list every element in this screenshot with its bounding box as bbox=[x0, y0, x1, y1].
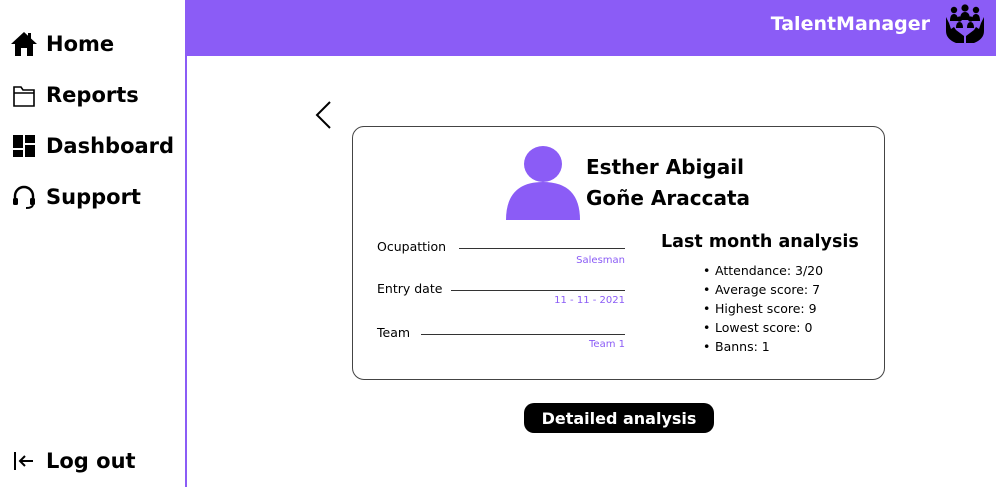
avatar bbox=[505, 146, 581, 220]
folder-icon bbox=[10, 81, 38, 109]
logout-icon bbox=[10, 447, 38, 475]
field-value: Salesman bbox=[576, 255, 625, 266]
sidebar: Home Reports Dashboard Support Log out bbox=[0, 0, 187, 487]
occupation-field: Ocupattion Salesman bbox=[377, 239, 625, 279]
detailed-analysis-button[interactable]: Detailed analysis bbox=[524, 403, 714, 433]
logout-label: Log out bbox=[46, 449, 136, 473]
list-item: Attendance: 3/20 bbox=[703, 261, 823, 280]
home-icon bbox=[10, 30, 38, 58]
entry-date-field: Entry date 11 - 11 - 2021 bbox=[377, 281, 625, 321]
brand-title: TalentManager bbox=[770, 13, 930, 35]
list-item: Banns: 1 bbox=[703, 337, 823, 356]
field-divider bbox=[451, 290, 625, 291]
field-label: Ocupattion bbox=[377, 239, 447, 254]
list-item: Highest score: 9 bbox=[703, 299, 823, 318]
field-value: 11 - 11 - 2021 bbox=[554, 295, 625, 306]
team-field: Team Team 1 bbox=[377, 325, 625, 365]
field-label: Entry date bbox=[377, 281, 443, 296]
sidebar-item-home[interactable]: Home bbox=[10, 30, 114, 58]
employee-first-name: Esther Abigail bbox=[586, 155, 744, 179]
sidebar-item-label: Reports bbox=[46, 83, 139, 107]
employee-name: Esther Abigail Goñe Araccata bbox=[586, 152, 750, 214]
sidebar-item-label: Home bbox=[46, 32, 115, 56]
people-in-hands-icon bbox=[944, 3, 986, 45]
field-value: Team 1 bbox=[589, 339, 625, 350]
sidebar-item-reports[interactable]: Reports bbox=[10, 81, 139, 109]
field-divider bbox=[421, 334, 625, 335]
list-item: Average score: 7 bbox=[703, 280, 823, 299]
analysis-title: Last month analysis bbox=[661, 232, 859, 252]
top-header: TalentManager bbox=[187, 0, 996, 56]
logout-button[interactable]: Log out bbox=[10, 447, 136, 475]
sidebar-item-support[interactable]: Support bbox=[10, 183, 141, 211]
sidebar-item-dashboard[interactable]: Dashboard bbox=[10, 132, 174, 160]
list-item: Lowest score: 0 bbox=[703, 318, 823, 337]
app-root: Home Reports Dashboard Support Log out T… bbox=[0, 0, 996, 487]
analysis-list: Attendance: 3/20 Average score: 7 Highes… bbox=[703, 261, 823, 356]
employee-card: Esther Abigail Goñe Araccata Ocupattion … bbox=[352, 126, 885, 380]
back-button[interactable] bbox=[312, 100, 336, 130]
sidebar-item-label: Support bbox=[46, 185, 141, 209]
field-label: Team bbox=[377, 325, 411, 340]
sidebar-item-label: Dashboard bbox=[46, 134, 175, 158]
headset-icon bbox=[10, 183, 38, 211]
field-divider bbox=[459, 248, 625, 249]
dashboard-icon bbox=[10, 132, 38, 160]
employee-last-name: Goñe Araccata bbox=[586, 186, 751, 210]
